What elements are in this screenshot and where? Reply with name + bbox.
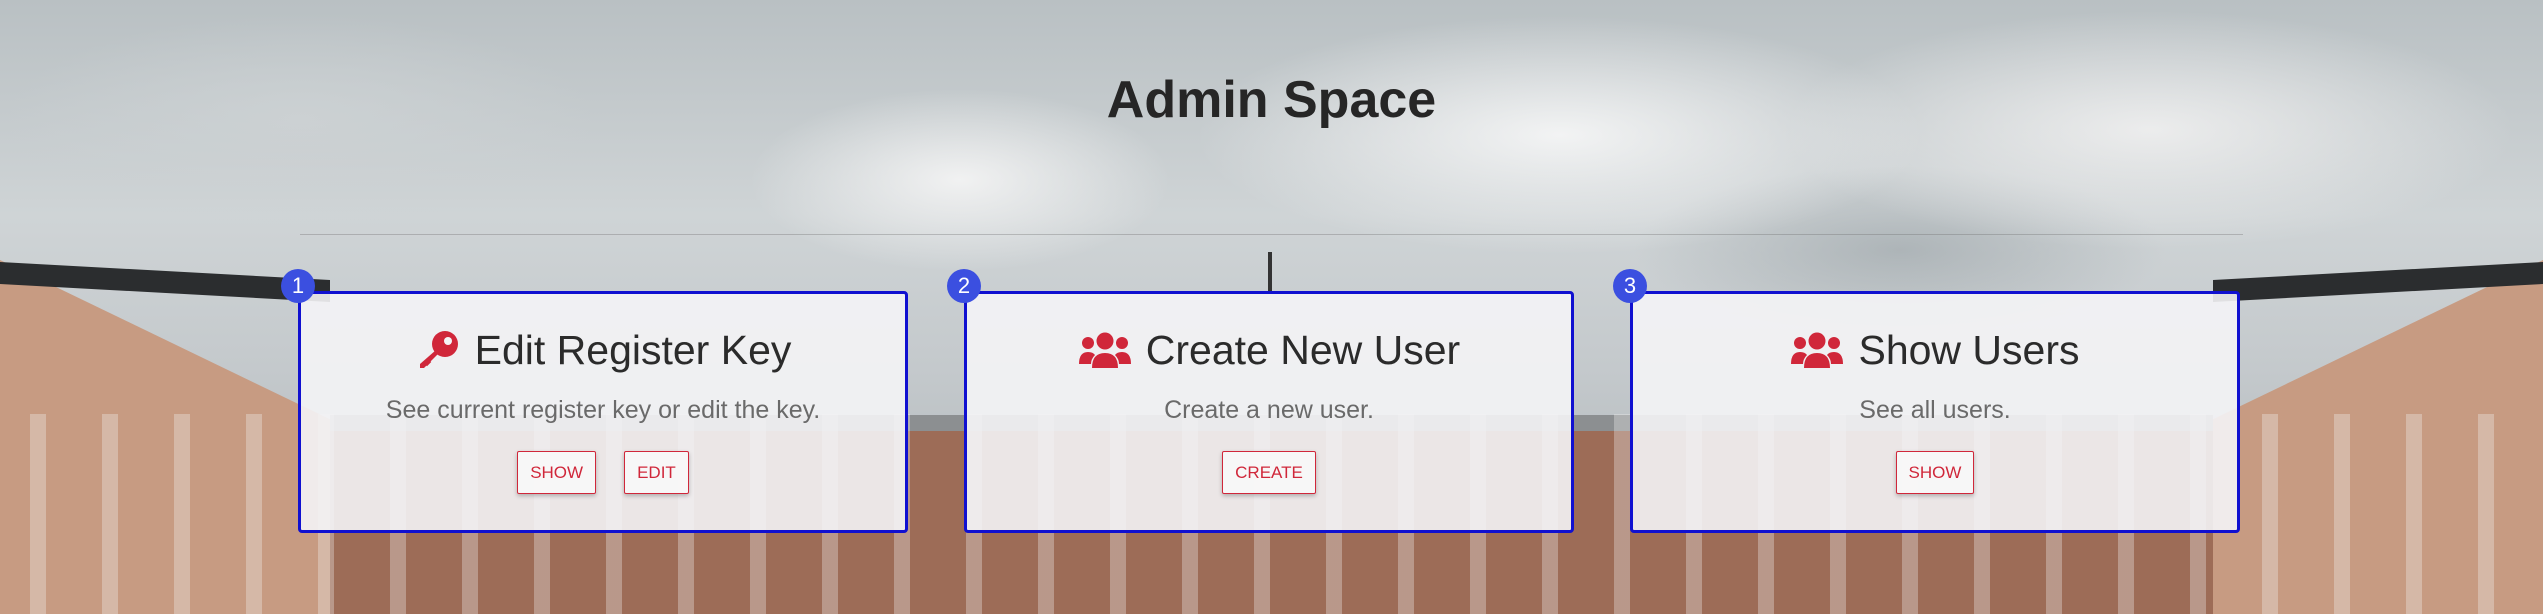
card-edit-register-key: 1 Edit Register Key See current register… [281,269,908,533]
card-title-row: Show Users [1633,327,2237,374]
show-register-key-button[interactable]: SHOW [517,451,597,494]
key-icon [415,328,461,374]
users-icon [1078,331,1132,371]
tower-spire [1268,252,1272,292]
card-title: Edit Register Key [474,327,792,373]
card-title: Create New User [1145,327,1461,373]
card-number-badge: 2 [947,269,981,303]
card-number-badge: 1 [281,269,315,303]
edit-register-key-button[interactable]: EDIT [624,451,689,494]
card-description: Create a new user. [1164,396,1374,424]
card-create-new-user: 2 Create New User Create a new user. CRE… [947,269,1574,533]
card-title: Show Users [1858,327,2080,373]
page-title: Admin Space [1106,71,1437,129]
card-title-row: Edit Register Key [301,327,905,374]
create-user-button[interactable]: CREATE [1222,451,1316,494]
divider [300,234,2243,235]
users-icon [1790,331,1844,371]
card-show-users: 3 Show Users See all users. SHOW [1613,269,2240,533]
card-number-badge: 3 [1613,269,1647,303]
show-users-button[interactable]: SHOW [1895,451,1975,494]
card-title-row: Create New User [967,327,1571,374]
card-description: See all users. [1859,396,2011,424]
card-description: See current register key or edit the key… [385,396,821,424]
